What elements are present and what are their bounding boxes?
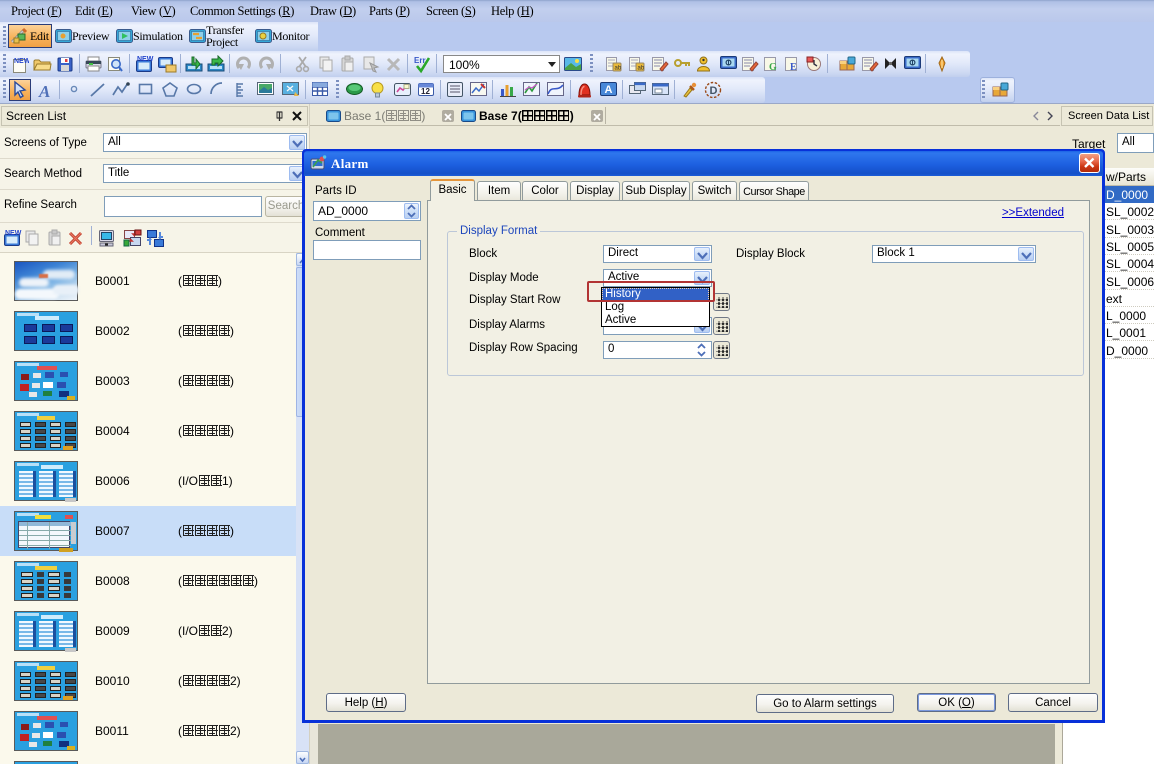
svg-text:NEW: NEW: [14, 58, 29, 65]
svg-text:12: 12: [421, 87, 430, 96]
svg-text:ab: ab: [615, 66, 622, 72]
svg-text:A: A: [605, 84, 613, 96]
svg-text:NEW: NEW: [137, 56, 154, 63]
svg-text:ab: ab: [638, 66, 645, 72]
svg-text:G: G: [769, 62, 777, 73]
svg-text:Err: Err: [414, 56, 426, 65]
svg-text:A: A: [38, 82, 50, 100]
svg-text:D: D: [710, 85, 718, 97]
svg-text:E: E: [790, 62, 797, 73]
svg-text:NEW: NEW: [5, 230, 22, 237]
